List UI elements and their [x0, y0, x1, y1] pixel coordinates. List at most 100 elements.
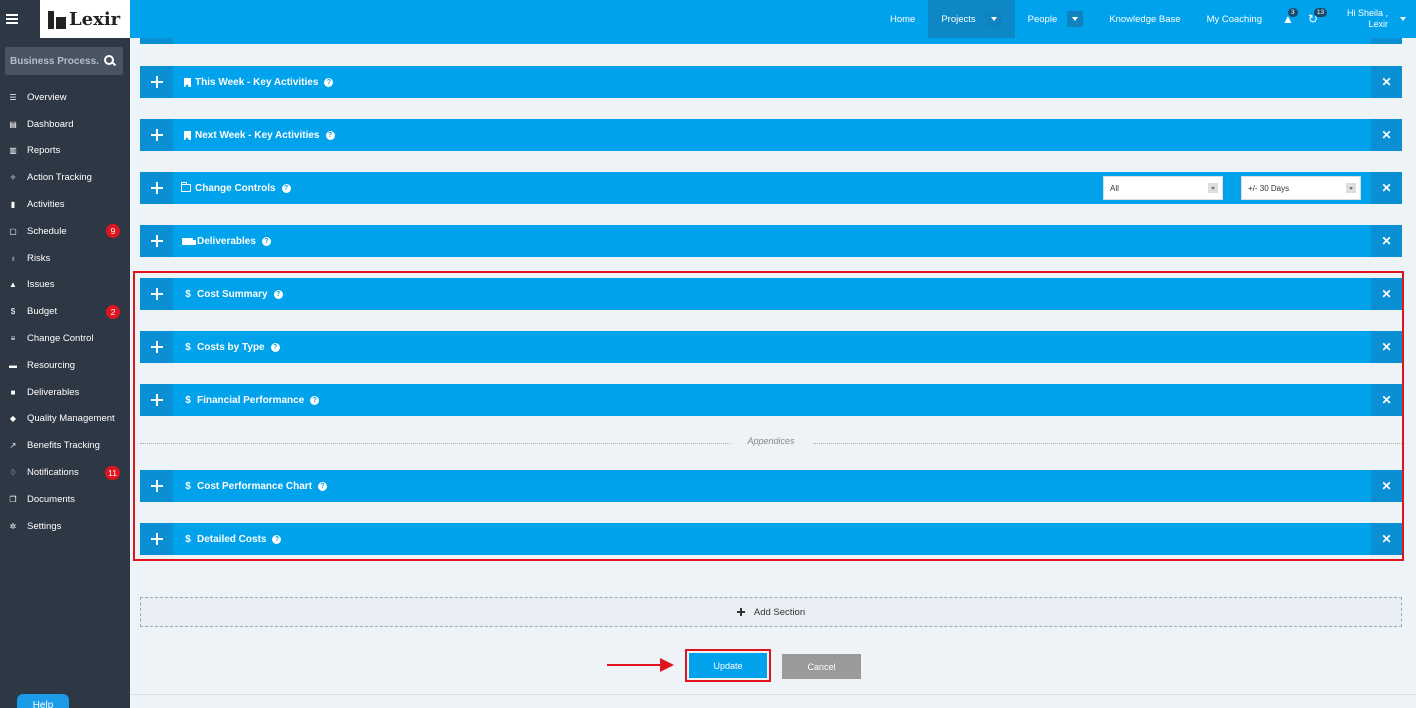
- drag-handle[interactable]: [140, 470, 173, 502]
- tasks-button[interactable]: ↻ 13: [1301, 0, 1328, 38]
- sidebar-item-activities[interactable]: ▮ Activities: [0, 191, 130, 218]
- close-icon: ✕: [1381, 340, 1392, 354]
- sidebar-item-dashboard[interactable]: ▤ Dashboard: [0, 111, 130, 138]
- cogs-icon: ✲: [9, 521, 17, 531]
- help-button[interactable]: Help: [17, 694, 69, 708]
- help-question-icon[interactable]: ?: [310, 395, 320, 405]
- remove-section-button[interactable]: ✕: [1371, 225, 1402, 257]
- alerts-button[interactable]: ▲ 3: [1275, 0, 1301, 38]
- select-value: All: [1110, 183, 1119, 193]
- sidebar-item-notifications[interactable]: ♢ Notifications 11: [0, 459, 130, 486]
- drag-handle[interactable]: [140, 523, 173, 555]
- sidebar-item-quality-management[interactable]: ◆ Quality Management: [0, 406, 130, 433]
- help-question-icon[interactable]: ?: [272, 534, 282, 544]
- sidebar-item-deliverables[interactable]: ■ Deliverables: [0, 379, 130, 406]
- footer-divider: [130, 694, 1416, 695]
- count-badge: 9: [106, 224, 120, 239]
- bookmark-icon: [184, 130, 191, 140]
- cancel-button[interactable]: Cancel: [782, 654, 861, 679]
- sidebar-item-documents[interactable]: ❐ Documents: [0, 486, 130, 513]
- project-search-input[interactable]: [5, 55, 99, 67]
- search-icon[interactable]: [101, 52, 119, 70]
- sidebar-item-overview[interactable]: ☰ Overview: [0, 84, 130, 111]
- user-menu[interactable]: Hi Sheila , Lexir: [1325, 0, 1416, 38]
- help-question-icon[interactable]: ?: [270, 342, 280, 352]
- close-icon: ✕: [1381, 532, 1392, 546]
- sidebar-item-issues[interactable]: ▲ Issues: [0, 272, 130, 299]
- add-section-button[interactable]: Add Section: [140, 597, 1402, 627]
- dollar-icon: $: [185, 533, 191, 545]
- report-section-this-week-key-activities: This Week - Key Activities? ✕: [140, 66, 1402, 98]
- warning-icon: ▲: [9, 280, 17, 290]
- help-question-icon[interactable]: ?: [281, 183, 291, 193]
- help-question-icon[interactable]: ?: [261, 236, 271, 246]
- remove-section-button[interactable]: ✕: [1371, 278, 1402, 310]
- sidebar-item-budget[interactable]: $ Budget 2: [0, 298, 130, 325]
- activities-icon: ▮: [10, 200, 16, 210]
- remove-section-button[interactable]: ✕: [1371, 66, 1402, 98]
- plus-icon: [736, 608, 745, 616]
- remove-section-button[interactable]: ✕: [1371, 331, 1402, 363]
- annotation-arrow: [607, 664, 663, 666]
- update-button[interactable]: Update: [689, 653, 767, 678]
- section-title: Next Week - Key Activities: [195, 129, 320, 141]
- sidebar-item-settings[interactable]: ✲ Settings: [0, 513, 130, 540]
- alerts-count: 3: [1288, 8, 1298, 17]
- user-name: Hi Sheila , Lexir: [1347, 8, 1388, 30]
- chevron-down-icon[interactable]: [985, 11, 1002, 27]
- help-question-icon[interactable]: ?: [273, 289, 283, 299]
- highlight-box: [133, 271, 1404, 561]
- remove-section-button[interactable]: ✕: [1371, 119, 1402, 151]
- sidebar-item-label: Action Tracking: [27, 172, 92, 184]
- remove-section-button[interactable]: ✕: [1371, 172, 1402, 204]
- remove-section-button[interactable]: ✕: [1371, 384, 1402, 416]
- drag-handle[interactable]: [140, 119, 173, 151]
- drag-handle[interactable]: [140, 384, 173, 416]
- lightbulb-icon: ♁: [10, 253, 16, 263]
- sidebar-item-benefits-tracking[interactable]: ↗ Benefits Tracking: [0, 432, 130, 459]
- sidebar-item-label: Activities: [27, 199, 65, 211]
- sidebar-item-label: Benefits Tracking: [27, 440, 100, 452]
- nav-projects[interactable]: Projects: [928, 0, 1015, 38]
- change-control-status-select[interactable]: All: [1103, 176, 1223, 200]
- sidebar-search: [5, 47, 123, 75]
- drag-handle[interactable]: [140, 225, 173, 257]
- remove-section-button[interactable]: ✕: [1371, 523, 1402, 555]
- change-control-period-select[interactable]: +/- 30 Days: [1241, 176, 1361, 200]
- remove-section-button[interactable]: ✕: [1371, 38, 1402, 44]
- sidebar-item-reports[interactable]: ▥ Reports: [0, 138, 130, 165]
- overview-icon: ☰: [9, 92, 17, 102]
- sidebar-item-label: Issues: [27, 279, 55, 291]
- user-surname: Lexir: [1368, 19, 1388, 29]
- help-question-icon[interactable]: ?: [325, 130, 335, 140]
- move-icon: [150, 182, 163, 194]
- sidebar-item-label: Resourcing: [27, 359, 76, 371]
- drag-handle[interactable]: [140, 331, 173, 363]
- logo[interactable]: Lexir: [40, 0, 130, 38]
- sidebar-item-change-control[interactable]: ≡ Change Control: [0, 325, 130, 352]
- help-question-icon[interactable]: ?: [324, 77, 334, 87]
- report-section-next-week-key-activities: Next Week - Key Activities? ✕: [140, 119, 1402, 151]
- nav-my-coaching[interactable]: My Coaching: [1194, 0, 1275, 38]
- annotation-arrow-head: [660, 658, 674, 672]
- sidebar-item-risks[interactable]: ♁ Risks: [0, 245, 130, 272]
- sidebar-item-label: Notifications: [27, 467, 79, 479]
- move-icon: [150, 235, 163, 247]
- remove-section-button[interactable]: ✕: [1371, 470, 1402, 502]
- sidebar-item-schedule[interactable]: ▢ Schedule 9: [0, 218, 130, 245]
- sidebar-item-action-tracking[interactable]: ✧ Action Tracking: [0, 164, 130, 191]
- drag-handle[interactable]: [140, 278, 173, 310]
- help-question-icon[interactable]: ?: [318, 481, 328, 491]
- report-section-detailed-costs: $ Detailed Costs? ✕: [140, 523, 1402, 555]
- drag-handle[interactable]: [140, 172, 173, 204]
- nav-knowledge-base[interactable]: Knowledge Base: [1096, 0, 1193, 38]
- dollar-icon: $: [185, 394, 191, 406]
- drag-handle[interactable]: [140, 66, 173, 98]
- close-icon: ✕: [1381, 128, 1392, 142]
- nav-people[interactable]: People: [1015, 0, 1097, 38]
- nav-home[interactable]: Home: [877, 0, 928, 38]
- drag-handle[interactable]: [140, 38, 173, 44]
- sidebar-item-resourcing[interactable]: ▬ Resourcing: [0, 352, 130, 379]
- chevron-down-icon[interactable]: [1067, 11, 1084, 27]
- hamburger-menu-icon[interactable]: [0, 0, 24, 38]
